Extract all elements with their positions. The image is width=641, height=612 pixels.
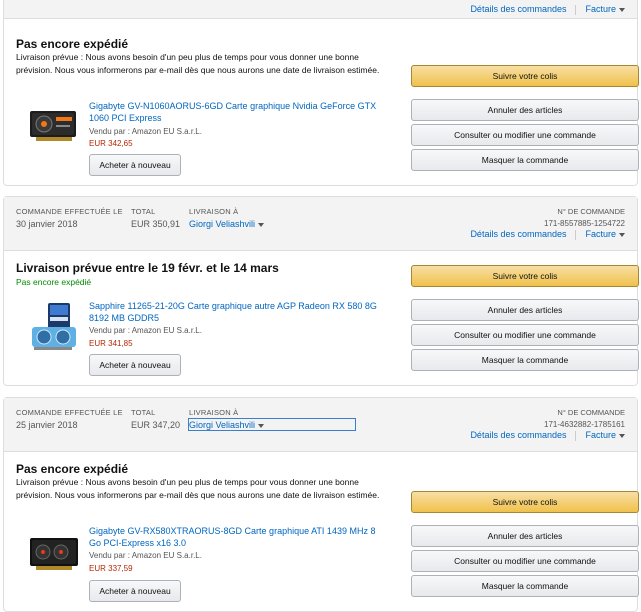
order-card: COMMANDE EFFECTUÉE LE 25 janvier 2018 TO… <box>3 397 639 612</box>
recipient-focus-outline <box>188 418 356 431</box>
order-date-label: COMMANDE EFFECTUÉE LE <box>16 408 123 417</box>
order-number-col: N° DE COMMANDE 171-8557885-1254722 <box>544 207 625 228</box>
order-details-link[interactable]: Détails des commandes <box>470 229 566 239</box>
order-header-links: Détails des commandes Facture <box>470 4 625 15</box>
order-number-col: N° DE COMMANDE 171-4632882-1785161 <box>544 408 625 429</box>
item-price: EUR 341,85 <box>89 339 133 348</box>
delivery-note: Livraison prévue : Nous avons besoin d'u… <box>16 477 380 500</box>
order-total-col: TOTAL EUR 350,91 <box>131 207 180 229</box>
chevron-down-icon <box>258 222 265 227</box>
order-details-link[interactable]: Détails des commandes <box>470 430 566 440</box>
order-total-label: TOTAL <box>131 207 156 216</box>
product-image[interactable] <box>26 526 86 581</box>
seller-text: Vendu par : Amazon EU S.a.r.L. <box>89 127 202 136</box>
ship-to-col: LIVRAISON À Giorgi Veliashvili <box>189 207 265 229</box>
order-header-links: Détails des commandes Facture <box>470 229 625 240</box>
seller-text: Vendu par : Amazon EU S.a.r.L. <box>89 326 202 335</box>
order-total-label: TOTAL <box>131 408 156 417</box>
hide-order-button[interactable]: Masquer la commande <box>411 575 639 597</box>
shipment-status: Livraison prévue entre le 19 févr. et le… <box>16 261 279 275</box>
order-date: 25 janvier 2018 <box>16 420 78 430</box>
invoice-link[interactable]: Facture <box>585 430 625 440</box>
track-package-button[interactable]: Suivre votre colis <box>411 65 639 87</box>
recipient-dropdown[interactable]: Giorgi Veliashvili <box>189 219 265 229</box>
order-card: COMMANDE EFFECTUÉE LE 30 janvier 2018 TO… <box>3 196 639 386</box>
invoice-link[interactable]: Facture <box>585 4 625 14</box>
order-number-label: N° DE COMMANDE <box>557 207 625 216</box>
product-title-link[interactable]: Gigabyte GV-N1060AORUS-6GD Carte graphiq… <box>89 100 389 124</box>
hide-order-button[interactable]: Masquer la commande <box>411 149 639 171</box>
order-total: EUR 347,20 <box>131 420 181 430</box>
order-date-col: COMMANDE EFFECTUÉE LE 30 janvier 2018 <box>16 207 123 229</box>
buy-again-button[interactable]: Acheter à nouveau <box>89 154 181 176</box>
order-details-link[interactable]: Détails des commandes <box>470 4 566 14</box>
buy-again-button[interactable]: Acheter à nouveau <box>89 354 181 376</box>
order-header: COMMANDE EFFECTUÉE LE 25 janvier 2018 TO… <box>4 398 637 452</box>
order-number: 171-8557885-1254722 <box>544 219 625 228</box>
hide-order-button[interactable]: Masquer la commande <box>411 349 639 371</box>
track-package-button[interactable]: Suivre votre colis <box>411 491 639 513</box>
cancel-items-button[interactable]: Annuler des articles <box>411 525 639 547</box>
chevron-down-icon <box>619 433 625 438</box>
order-card: Détails des commandes Facture Pas encore … <box>3 0 639 186</box>
view-edit-order-button[interactable]: Consulter ou modifier une commande <box>411 550 639 572</box>
order-total-col: TOTAL EUR 347,20 <box>131 408 180 430</box>
order-date-col: COMMANDE EFFECTUÉE LE 25 janvier 2018 <box>16 408 123 430</box>
view-edit-order-button[interactable]: Consulter ou modifier une commande <box>411 324 639 346</box>
shipment-status: Pas encore expédié <box>16 462 129 476</box>
shipment-substatus: Pas encore expédié <box>16 277 92 287</box>
track-package-button[interactable]: Suivre votre colis <box>411 265 639 287</box>
cancel-items-button[interactable]: Annuler des articles <box>411 299 639 321</box>
buy-again-button[interactable]: Acheter à nouveau <box>89 580 181 602</box>
seller-text: Vendu par : Amazon EU S.a.r.L. <box>89 551 202 560</box>
order-total: EUR 350,91 <box>131 219 181 229</box>
order-header: COMMANDE EFFECTUÉE LE 30 janvier 2018 TO… <box>4 197 637 251</box>
order-header-links: Détails des commandes Facture <box>470 430 625 441</box>
ship-to-label: LIVRAISON À <box>189 207 239 216</box>
product-title-link[interactable]: Sapphire 11265-21-20G Carte graphique au… <box>89 300 389 324</box>
order-number: 171-4632882-1785161 <box>544 420 625 429</box>
item-price: EUR 337,59 <box>89 564 133 573</box>
chevron-down-icon <box>619 7 625 12</box>
order-date-label: COMMANDE EFFECTUÉE LE <box>16 207 123 216</box>
order-number-label: N° DE COMMANDE <box>557 408 625 417</box>
item-price: EUR 342,65 <box>89 139 133 148</box>
order-date: 30 janvier 2018 <box>16 219 78 229</box>
product-image[interactable] <box>26 99 86 154</box>
order-header: Détails des commandes Facture <box>4 0 637 19</box>
invoice-link[interactable]: Facture <box>585 229 625 239</box>
ship-to-label: LIVRAISON À <box>189 408 239 417</box>
view-edit-order-button[interactable]: Consulter ou modifier une commande <box>411 124 639 146</box>
chevron-down-icon <box>619 232 625 237</box>
cancel-items-button[interactable]: Annuler des articles <box>411 99 639 121</box>
product-image[interactable] <box>26 299 86 354</box>
shipment-status: Pas encore expédié <box>16 37 129 51</box>
delivery-note: Livraison prévue : Nous avons besoin d'u… <box>16 52 380 75</box>
product-title-link[interactable]: Gigabyte GV-RX580XTRAORUS-8GD Carte grap… <box>89 525 389 549</box>
